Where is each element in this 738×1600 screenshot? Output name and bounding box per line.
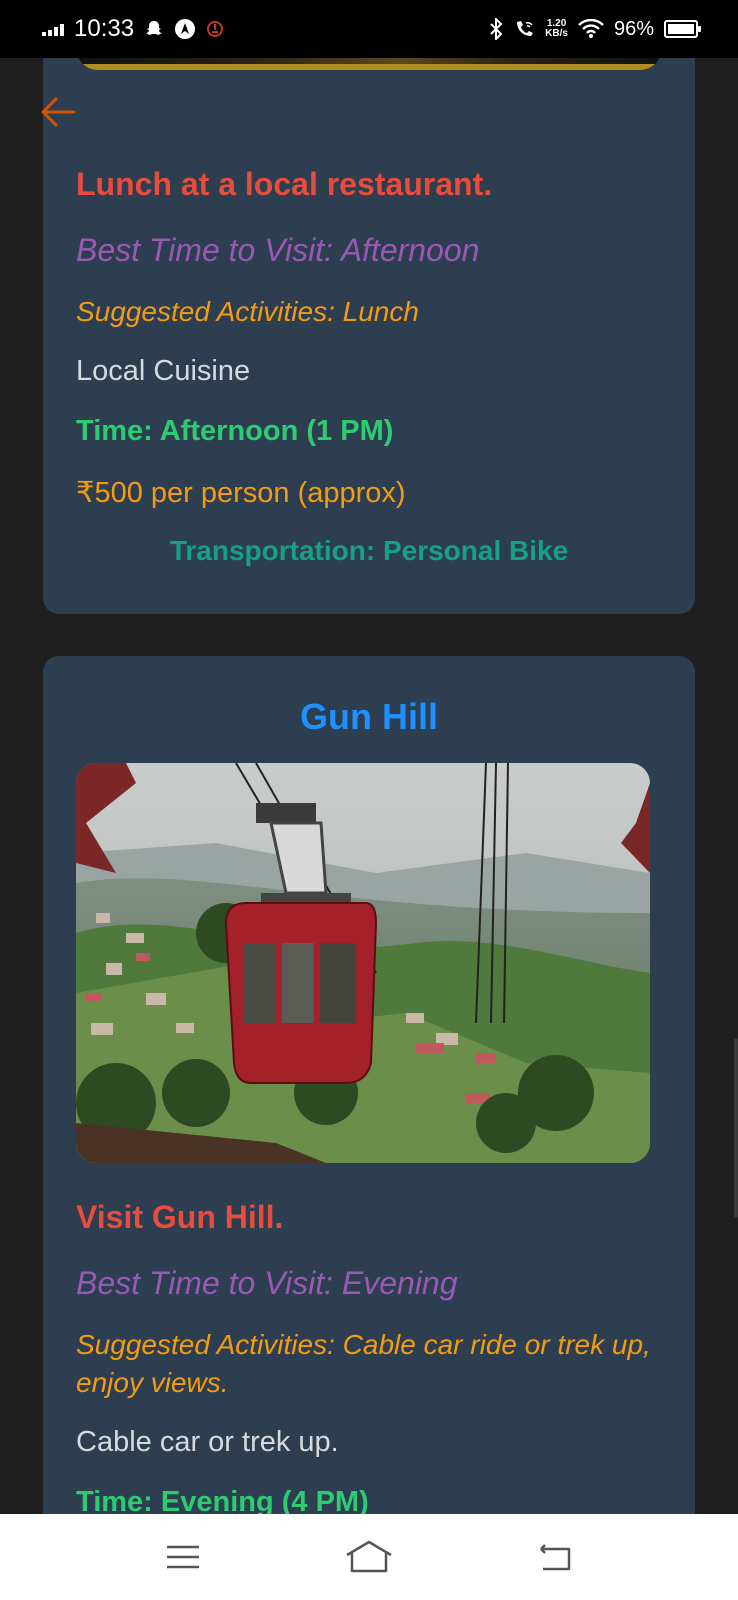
menu-icon xyxy=(167,1545,199,1569)
best-time: Best Time to Visit: Afternoon xyxy=(76,232,480,268)
speed-unit: KB/s xyxy=(545,28,568,39)
home-button[interactable] xyxy=(339,1532,399,1582)
clock: 10:33 xyxy=(74,15,135,42)
scrollbar[interactable] xyxy=(734,1038,738,1218)
place-title: Gun Hill xyxy=(300,696,438,737)
wifi-icon xyxy=(578,19,604,39)
description: Local Cuisine xyxy=(76,355,251,387)
back-icon xyxy=(540,1544,571,1571)
transportation: Transportation: Personal Bike xyxy=(169,535,569,566)
status-right: 1.20 KB/s 96% xyxy=(489,17,701,41)
battery-percent: 96% xyxy=(613,17,654,40)
network-speed: 1.20 KB/s xyxy=(545,19,568,39)
best-time: Best Time to Visit: Evening xyxy=(76,1265,458,1301)
place-card: Gun Hill Visit Gun Hill. Best Time to Vi… xyxy=(43,656,695,1514)
notification-icon xyxy=(206,20,224,38)
item-title: Lunch at a local restaurant. xyxy=(76,166,493,202)
suggested-activities: Suggested Activities: Lunch xyxy=(76,296,419,327)
back-button[interactable] xyxy=(525,1532,585,1582)
home-icon xyxy=(346,1540,392,1573)
item-title: Visit Gun Hill. xyxy=(76,1199,284,1235)
time: Time: Evening (4 PM) xyxy=(76,1486,369,1514)
menu-button[interactable] xyxy=(153,1532,213,1582)
itinerary-card: Lunch at a local restaurant. Best Time t… xyxy=(43,58,695,614)
battery-icon xyxy=(664,20,701,38)
status-left: 10:33 xyxy=(42,15,224,43)
nav-icon xyxy=(174,18,196,40)
description: Cable car or trek up. xyxy=(76,1426,339,1458)
back-arrow-icon[interactable] xyxy=(40,96,76,128)
itinerary-scroll[interactable]: Lunch at a local restaurant. Best Time t… xyxy=(0,58,738,1514)
place-photo xyxy=(76,763,650,1163)
suggested-activities: Suggested Activities: Cable car ride or … xyxy=(76,1329,651,1398)
signal-icon xyxy=(42,22,64,36)
card-image-fragment xyxy=(76,58,662,70)
system-nav-bar xyxy=(0,1514,738,1600)
wifi-call-icon xyxy=(513,19,535,39)
status-bar: 10:33 1.20 KB/s 96% xyxy=(0,0,738,58)
time: Time: Afternoon (1 PM) xyxy=(76,415,394,447)
bluetooth-icon xyxy=(489,18,503,40)
cost: ₹500 per person (approx) xyxy=(76,477,406,509)
snapchat-icon xyxy=(144,19,164,39)
